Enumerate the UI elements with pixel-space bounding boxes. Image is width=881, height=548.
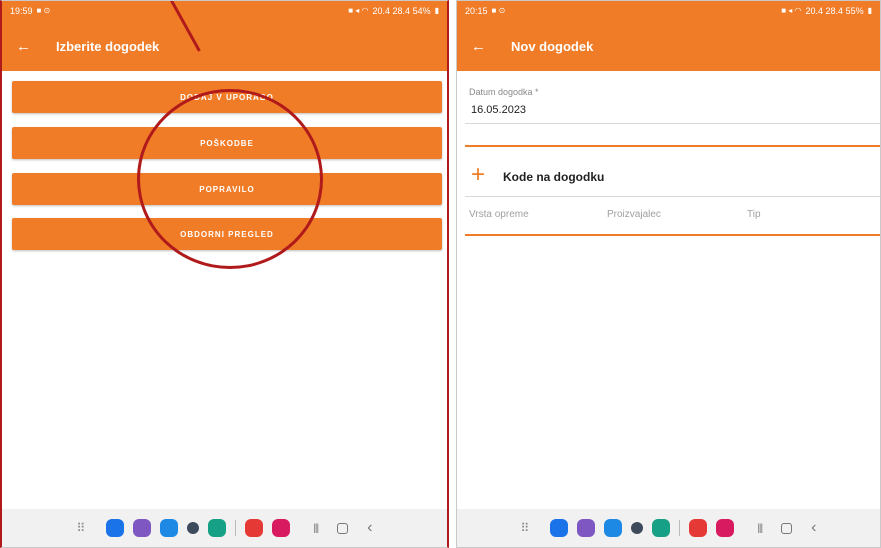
back-arrow-icon[interactable]: ← [471,38,495,55]
red-app-icon[interactable] [689,519,708,537]
add-to-use-button[interactable]: DODAJ V UPORABO [12,81,442,113]
home-icon[interactable] [337,522,349,534]
damages-button[interactable]: POŠKODBE [12,127,442,159]
phone-screen-left: 19:59 ■ ⊙ ■ ◂ ◠ 20.4 28.4 54% ▮ ← Izberi… [0,0,449,548]
system-nav-bar: ⠿ ||| ‹ [457,509,880,547]
app-bar: ← Nov dogodek [457,21,880,71]
section-divider [465,145,880,147]
battery-icon: ▮ [867,6,872,15]
inspection-button[interactable]: OBDORNI PREGLED [12,218,442,250]
dock-separator [235,520,237,536]
recents-icon[interactable]: ||| [313,523,319,534]
plus-icon[interactable]: + [471,163,485,187]
dock-separator [679,520,681,536]
status-bar: 20:15 ■ ⊙ ■ ◂ ◠ 20.4 28.4 55% ▮ [457,1,880,21]
date-field-label: Datum dogodka * [469,87,539,97]
pink-app-icon[interactable] [272,519,291,537]
column-header-equipment-type: Vrsta opreme [469,209,529,220]
codes-section-underline [465,196,880,197]
viber-app-icon[interactable] [577,519,596,537]
page-title: Izberite dogodek [56,38,160,54]
battery-icon: ▮ [434,6,439,15]
status-network: 20.4 28.4 54% [372,6,431,16]
messenger-app-icon[interactable] [160,519,179,537]
repair-button[interactable]: POPRAVILO [12,173,442,205]
messages-app-icon[interactable] [106,519,125,537]
date-field[interactable]: 16.05.2023 [471,104,526,116]
settings-app-icon[interactable] [187,522,200,534]
system-nav-bar: ⠿ ||| ‹ [2,509,447,547]
codes-section-title: Kode na dogodku [503,170,605,184]
table-header-underline [465,234,880,236]
pink-app-icon[interactable] [716,519,735,537]
notification-icon: ■ ⊙ [491,6,506,15]
status-time: 20:15 [465,6,488,16]
messenger-app-icon[interactable] [604,519,623,537]
back-arrow-icon[interactable]: ← [16,38,40,55]
page-title: Nov dogodek [511,38,594,54]
viber-app-icon[interactable] [133,519,152,537]
status-network: 20.4 28.4 55% [805,6,864,16]
green-app-icon[interactable] [652,519,671,537]
signal-icons: ■ ◂ ◠ [348,6,369,15]
recents-icon[interactable]: ||| [757,523,763,534]
signal-icons: ■ ◂ ◠ [781,6,802,15]
status-bar: 19:59 ■ ⊙ ■ ◂ ◠ 20.4 28.4 54% ▮ [2,1,447,21]
date-field-underline [465,123,880,124]
app-drawer-icon[interactable]: ⠿ [77,521,86,535]
red-app-icon[interactable] [245,519,264,537]
back-nav-icon[interactable]: ‹ [811,519,816,537]
green-app-icon[interactable] [208,519,227,537]
phone-screen-right: 20:15 ■ ⊙ ■ ◂ ◠ 20.4 28.4 55% ▮ ← Nov do… [456,0,881,548]
status-time: 19:59 [10,6,33,16]
app-drawer-icon[interactable]: ⠿ [521,521,530,535]
column-header-type: Tip [747,209,761,220]
back-nav-icon[interactable]: ‹ [367,519,372,537]
home-icon[interactable] [781,522,793,534]
app-bar: ← Izberite dogodek [2,21,447,71]
settings-app-icon[interactable] [631,522,644,534]
column-header-manufacturer: Proizvajalec [607,209,661,220]
notification-icon: ■ ⊙ [36,6,51,15]
messages-app-icon[interactable] [550,519,569,537]
